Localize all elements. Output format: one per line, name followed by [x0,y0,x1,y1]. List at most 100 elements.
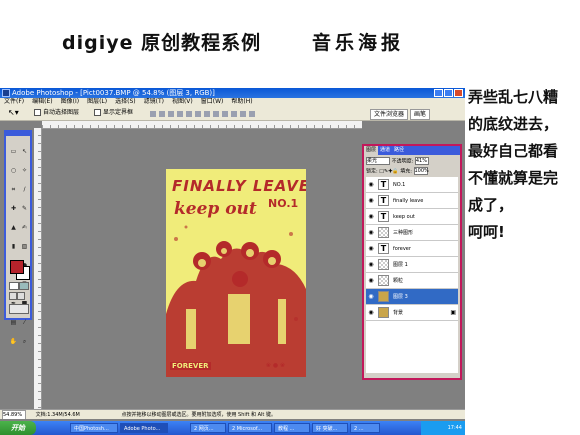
align-left-icon[interactable] [177,111,183,117]
layer-row[interactable]: ◉ T forever [366,241,458,257]
photoshop-icon [2,89,10,97]
eye-icon[interactable]: ◉ [367,261,375,269]
zoom-tool-icon[interactable]: ⌕ [20,338,29,345]
blend-mode-select[interactable]: 柔光 [366,157,390,165]
layer-row[interactable]: ◉ T keep out [366,209,458,225]
menu-file[interactable]: 文件(F) [4,98,24,106]
hand-tool-icon[interactable]: ✋ [9,338,18,345]
minimize-button[interactable] [434,89,443,97]
align-top-icon[interactable] [150,111,156,117]
magic-wand-icon[interactable]: ✧ [20,167,29,174]
align-middle-icon[interactable] [159,111,165,117]
options-bar: ↖▾ 自动选择图层 显示定界框 文件浏览器 画笔 [0,106,465,121]
clone-stamp-icon[interactable]: ▲ [9,224,18,231]
menu-view[interactable]: 视图(V) [172,98,193,106]
opacity-input[interactable]: 41% [414,157,429,165]
taskbar-task[interactable]: 2 网页... [190,423,226,433]
eye-icon[interactable]: ◉ [367,181,375,189]
side-line: 呵呵! [468,223,505,241]
move-tool-icon[interactable]: ↖▾ [8,108,22,118]
eyedropper-icon[interactable]: ⁄ [20,319,29,326]
tab-channels[interactable]: 通道 [378,146,392,155]
layer-row[interactable]: ◉ 颗粒 [366,273,458,289]
toolbox-header[interactable] [6,132,30,136]
gradient-tool-icon[interactable]: ▧ [20,243,29,250]
auto-select-option[interactable]: 自动选择图层 [34,106,79,120]
taskbar-task[interactable]: 2 ... [350,423,380,433]
align-center-icon[interactable] [186,111,192,117]
jump-to-imageready-button[interactable] [9,304,29,314]
standard-mode-button[interactable] [9,282,19,290]
history-brush-icon[interactable]: ✍ [20,224,29,231]
menu-help[interactable]: 帮助(H) [231,98,252,106]
slice-tool-icon[interactable]: ∕ [20,186,29,193]
fill-input[interactable]: 100% [413,167,429,175]
move-tool-icon[interactable]: ↖ [20,148,29,155]
window-title: Adobe Photoshop - [Pict0037.BMP @ 54.8% … [12,89,215,97]
side-line: 不懂就算是完 [468,169,559,187]
show-bounds-checkbox[interactable] [94,109,101,116]
lasso-tool-icon[interactable]: ○ [9,167,18,174]
window-titlebar[interactable]: Adobe Photoshop - [Pict0037.BMP @ 54.8% … [0,88,465,98]
tab-layers[interactable]: 图层 [364,146,379,155]
taskbar-task[interactable]: 教程 ... [274,423,310,433]
layer-row[interactable]: ◉ T NO.1 [366,177,458,193]
screen-mode-full[interactable] [17,292,25,300]
eye-icon[interactable]: ◉ [367,197,375,205]
show-bounds-option[interactable]: 显示定界框 [94,106,133,120]
distribute-bottom-icon[interactable] [222,111,228,117]
menu-edit[interactable]: 编辑(E) [32,98,52,106]
close-button[interactable] [454,89,463,97]
layer-name: 三种图形 [393,230,414,236]
tab-brushes[interactable]: 画笔 [410,109,431,120]
eye-icon[interactable]: ◉ [367,309,375,317]
brush-tool-icon[interactable]: ✎ [20,205,29,212]
eye-icon[interactable]: ◉ [367,277,375,285]
eye-icon[interactable]: ◉ [367,293,375,301]
start-button[interactable]: 开始 [0,421,36,435]
foreground-color-swatch[interactable] [10,260,24,274]
layer-row-active[interactable]: ◉ 图层 3 [366,289,458,305]
menu-image[interactable]: 图像(I) [61,98,79,106]
distribute-left-icon[interactable] [231,111,237,117]
taskbar-task[interactable]: 中国Photosh... [70,423,118,433]
layer-row[interactable]: ◉ 背景 ▣ [366,305,458,321]
taskbar-task[interactable]: 好 突破... [312,423,348,433]
align-bottom-icon[interactable] [168,111,174,117]
lock-icon: ▣ [450,309,456,316]
crop-tool-icon[interactable]: ⌗ [9,186,18,193]
zoom-field[interactable]: 54.89% [2,410,26,419]
clock[interactable]: 17:44 [448,425,462,431]
menu-layer[interactable]: 图层(L) [87,98,107,106]
taskbar-task[interactable]: 2 Microsof... [228,423,272,433]
healing-brush-icon[interactable]: ✚ [9,205,18,212]
distribute-top-icon[interactable] [204,111,210,117]
doc-size: 文档:1.34M/54.6M [35,412,80,418]
quick-mask-button[interactable] [19,282,29,290]
menu-window[interactable]: 窗口(W) [201,98,224,106]
document-canvas[interactable]: FINALLY LEAVE NO.1 keep out FOREVER ❀ ● … [166,169,306,377]
tab-file-browser[interactable]: 文件浏览器 [370,109,409,120]
eye-icon[interactable]: ◉ [367,229,375,237]
eye-icon[interactable]: ◉ [367,213,375,221]
eraser-tool-icon[interactable]: ▮ [9,243,18,250]
maximize-button[interactable] [444,89,453,97]
notes-tool-icon[interactable]: ▤ [9,319,18,326]
taskbar-task-active[interactable]: Adobe Photo... [120,423,168,433]
distribute-middle-icon[interactable] [213,111,219,117]
marquee-tool-icon[interactable]: ▭ [9,148,18,155]
distribute-center-icon[interactable] [240,111,246,117]
lock-icons[interactable]: □✎✚🔒 [379,169,398,175]
tab-paths[interactable]: 路径 [392,146,406,155]
menu-select[interactable]: 选择(S) [115,98,136,106]
menu-filter[interactable]: 滤镜(T) [144,98,164,106]
eye-icon[interactable]: ◉ [367,245,375,253]
auto-select-checkbox[interactable] [34,109,41,116]
align-right-icon[interactable] [195,111,201,117]
layer-row[interactable]: ◉ T finally leave [366,193,458,209]
screen-mode-standard[interactable] [9,292,17,300]
layer-row[interactable]: ◉ 三种图形 [366,225,458,241]
distribute-right-icon[interactable] [249,111,255,117]
layer-row[interactable]: ◉ 图层 1 [366,257,458,273]
layer-name: 图层 3 [393,294,408,300]
